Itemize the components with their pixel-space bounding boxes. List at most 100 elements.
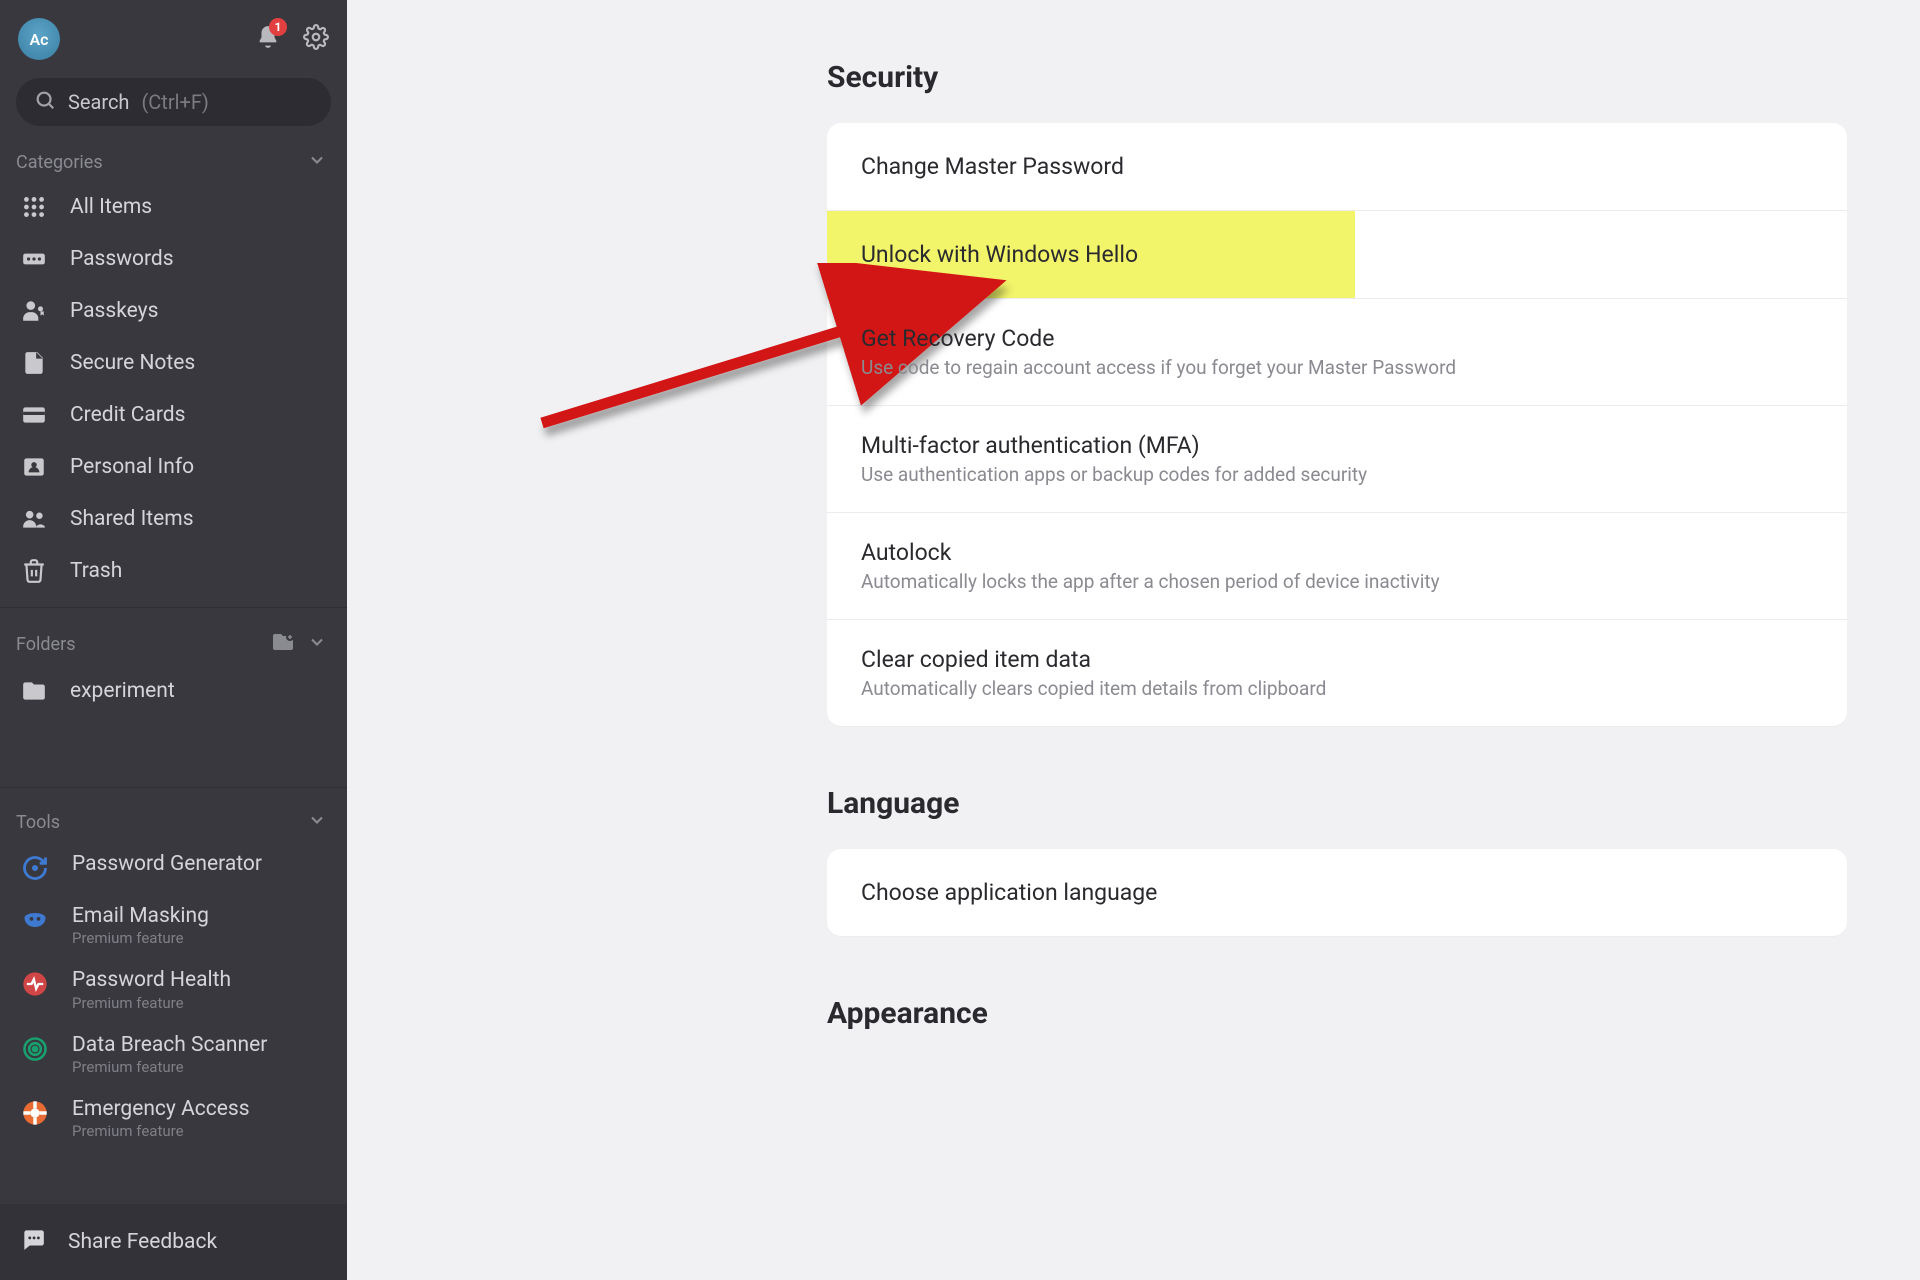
row-title: Change Master Password <box>861 153 1813 180</box>
card-icon <box>20 401 48 429</box>
note-icon <box>20 349 48 377</box>
passkey-icon <box>20 297 48 325</box>
settings-row-autolock[interactable]: Autolock Automatically locks the app afte… <box>827 513 1847 620</box>
share-feedback-label: Share Feedback <box>68 1230 217 1254</box>
tool-label: Password Health <box>72 967 231 993</box>
categories-header[interactable]: Categories <box>0 138 347 181</box>
settings-row-unlock-with-windows-hello[interactable]: Unlock with Windows Hello <box>827 211 1847 299</box>
sidebar-item-passwords[interactable]: Passwords <box>0 233 347 285</box>
folder-item-experiment[interactable]: experiment <box>0 665 347 717</box>
row-title: Choose application language <box>861 879 1813 906</box>
tools-list: Password GeneratorEmail MaskingPremium f… <box>0 841 347 1150</box>
premium-label: Premium feature <box>72 994 231 1012</box>
share-feedback-button[interactable]: Share Feedback <box>0 1204 347 1280</box>
sidebar: Ac 1 Search (Ctrl+F) Categories <box>0 0 347 1280</box>
search-input[interactable]: Search (Ctrl+F) <box>16 78 331 126</box>
sidebar-header: Ac 1 <box>0 0 347 70</box>
row-description: Automatically clears copied item details… <box>861 677 1813 700</box>
folders-title: Folders <box>16 634 76 655</box>
tool-label: Email Masking <box>72 903 209 929</box>
gear-icon <box>303 24 329 54</box>
feedback-icon <box>20 1226 46 1258</box>
settings-button[interactable] <box>303 24 329 54</box>
sidebar-item-personal-info[interactable]: Personal Info <box>0 441 347 493</box>
section-title-appearance: Appearance <box>827 996 1847 1031</box>
settings-row-multi-factor-authentication-mfa-[interactable]: Multi-factor authentication (MFA) Use aut… <box>827 406 1847 513</box>
tool-emergency-access[interactable]: Emergency AccessPremium feature <box>0 1086 347 1150</box>
sidebar-item-label: All Items <box>70 195 152 219</box>
target-icon <box>20 1034 50 1064</box>
row-title: Autolock <box>861 539 1813 566</box>
main-content: Security Change Master Password Unlock wit… <box>347 0 1920 1280</box>
premium-label: Premium feature <box>72 929 209 947</box>
row-title: Unlock with Windows Hello <box>861 241 1813 268</box>
chevron-down-icon <box>307 810 327 835</box>
sidebar-item-all-items[interactable]: All Items <box>0 181 347 233</box>
tool-password-health[interactable]: Password HealthPremium feature <box>0 957 347 1021</box>
lifebuoy-icon <box>20 1098 50 1128</box>
settings-row-change-master-password[interactable]: Change Master Password <box>827 123 1847 211</box>
heartbeat-icon <box>20 969 50 999</box>
sidebar-item-label: Trash <box>70 559 122 583</box>
people-icon <box>20 505 48 533</box>
sidebar-item-label: Personal Info <box>70 455 194 479</box>
search-container: Search (Ctrl+F) <box>0 70 347 138</box>
settings-row-get-recovery-code[interactable]: Get Recovery Code Use code to regain acco… <box>827 299 1847 406</box>
settings-row-choose-application-language[interactable]: Choose application language <box>827 849 1847 936</box>
row-description: Automatically locks the app after a chos… <box>861 570 1813 593</box>
avatar[interactable]: Ac <box>18 18 60 60</box>
section-title-language: Language <box>827 786 1847 821</box>
tool-data-breach-scanner[interactable]: Data Breach ScannerPremium feature <box>0 1022 347 1086</box>
settings-card-security: Change Master Password Unlock with Window… <box>827 123 1847 726</box>
section-title-security: Security <box>827 60 1847 95</box>
sidebar-item-credit-cards[interactable]: Credit Cards <box>0 389 347 441</box>
sidebar-item-label: Passkeys <box>70 299 158 323</box>
grid-icon <box>20 193 48 221</box>
row-description: Use code to regain account access if you… <box>861 356 1813 379</box>
search-icon <box>34 89 56 116</box>
add-folder-icon[interactable] <box>271 630 295 659</box>
premium-label: Premium feature <box>72 1122 250 1140</box>
sidebar-item-label: Secure Notes <box>70 351 195 375</box>
row-title: Multi-factor authentication (MFA) <box>861 432 1813 459</box>
premium-label: Premium feature <box>72 1058 267 1076</box>
chevron-down-icon <box>307 632 327 657</box>
folder-icon <box>20 677 48 705</box>
row-title: Get Recovery Code <box>861 325 1813 352</box>
trash-icon <box>20 557 48 585</box>
sidebar-item-label: Shared Items <box>70 507 194 531</box>
search-label: Search <box>68 90 129 114</box>
tools-title: Tools <box>16 812 60 833</box>
tool-password-generator[interactable]: Password Generator <box>0 841 347 893</box>
password-icon <box>20 245 48 273</box>
header-actions: 1 <box>255 24 329 54</box>
row-description: Use authentication apps or backup codes … <box>861 463 1813 486</box>
settings-row-clear-copied-item-data[interactable]: Clear copied item data Automatically clea… <box>827 620 1847 726</box>
tool-label: Password Generator <box>72 851 262 877</box>
search-hint: (Ctrl+F) <box>141 90 208 114</box>
chevron-down-icon <box>307 150 327 175</box>
tools-header[interactable]: Tools <box>0 798 347 841</box>
notification-badge: 1 <box>269 18 287 36</box>
tool-email-masking[interactable]: Email MaskingPremium feature <box>0 893 347 957</box>
mask-icon <box>20 905 50 935</box>
sidebar-footer: Share Feedback <box>0 1204 347 1280</box>
sidebar-item-shared-items[interactable]: Shared Items <box>0 493 347 545</box>
folders-list: experiment <box>0 665 347 717</box>
folder-label: experiment <box>70 679 175 703</box>
tool-label: Data Breach Scanner <box>72 1032 267 1058</box>
folders-header[interactable]: Folders <box>0 618 347 665</box>
notifications-button[interactable]: 1 <box>255 24 281 54</box>
settings-card-language: Choose application language <box>827 849 1847 936</box>
categories-title: Categories <box>16 152 103 173</box>
sidebar-item-label: Passwords <box>70 247 174 271</box>
tool-label: Emergency Access <box>72 1096 250 1122</box>
row-title: Clear copied item data <box>861 646 1813 673</box>
idcard-icon <box>20 453 48 481</box>
sidebar-item-trash[interactable]: Trash <box>0 545 347 597</box>
sidebar-item-passkeys[interactable]: Passkeys <box>0 285 347 337</box>
refresh-icon <box>20 853 50 883</box>
sidebar-item-secure-notes[interactable]: Secure Notes <box>0 337 347 389</box>
sidebar-item-label: Credit Cards <box>70 403 185 427</box>
categories-list: All Items Passwords Passkeys Secure Notes Cr… <box>0 181 347 597</box>
